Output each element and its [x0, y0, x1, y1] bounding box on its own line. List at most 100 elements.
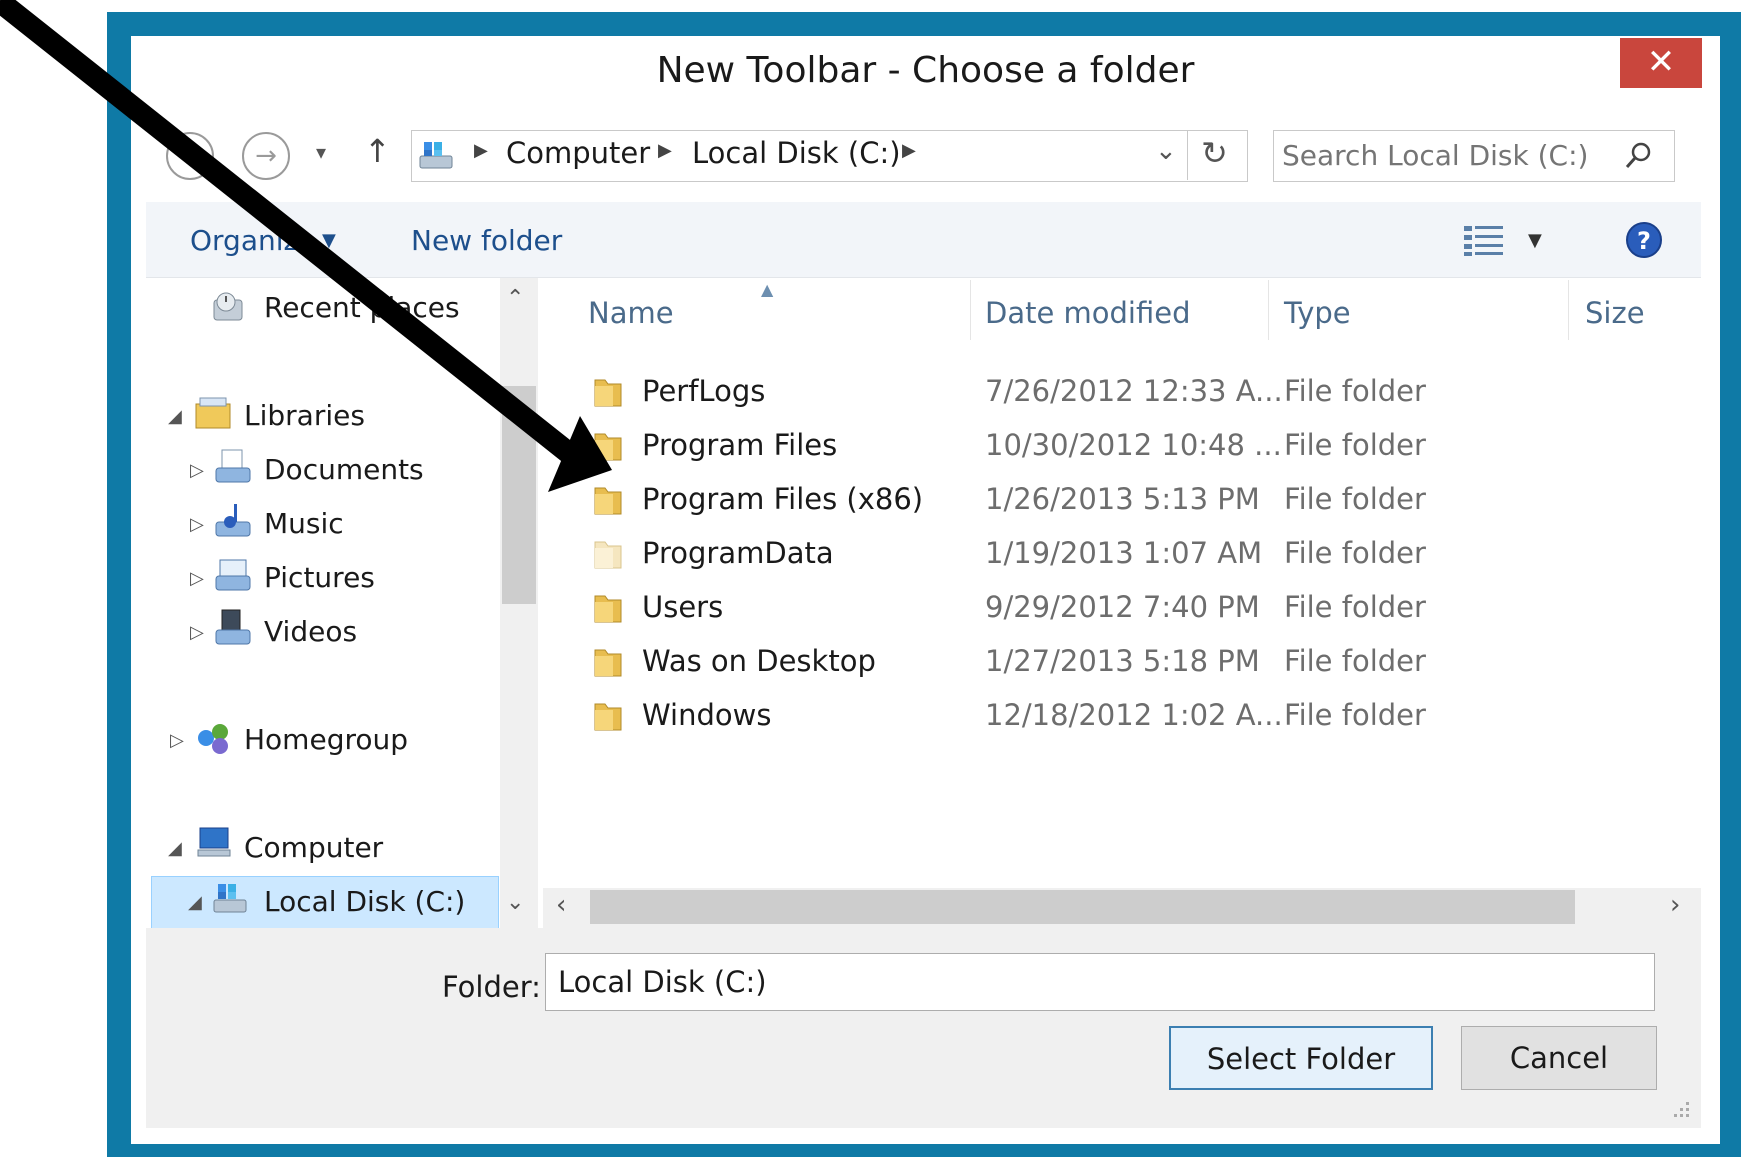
breadcrumb-separator-icon[interactable]: ▶ — [902, 140, 916, 161]
back-button[interactable]: ← — [166, 132, 214, 180]
tree-item-libraries[interactable]: Libraries — [244, 399, 365, 432]
dialog-title: New Toolbar - Choose a folder — [656, 50, 1195, 91]
file-name: ProgramData — [642, 536, 834, 570]
file-name: Program Files — [642, 428, 838, 462]
table-row[interactable]: Program Files (x86) 1/26/2013 5:13 PM Fi… — [543, 474, 1701, 526]
file-date: 9/29/2012 7:40 PM — [985, 590, 1260, 624]
folder-icon — [594, 433, 622, 461]
expand-arrow-icon[interactable]: ▷ — [190, 568, 204, 589]
column-divider[interactable] — [1268, 280, 1269, 340]
file-type: File folder — [1284, 482, 1426, 516]
file-type: File folder — [1284, 590, 1426, 624]
scroll-left-icon[interactable]: ‹ — [556, 890, 566, 920]
close-button[interactable]: ✕ — [1620, 38, 1702, 88]
file-name: PerfLogs — [642, 374, 766, 408]
homegroup-icon — [198, 724, 228, 754]
file-date: 10/30/2012 10:48 ... — [985, 428, 1282, 462]
file-name: Windows — [642, 698, 772, 732]
column-header-size[interactable]: Size — [1585, 296, 1645, 330]
svg-text:?: ? — [1637, 227, 1651, 255]
folder-name-field[interactable]: Local Disk (C:) — [545, 953, 1655, 1011]
table-row[interactable]: Users 9/29/2012 7:40 PM File folder — [543, 582, 1701, 634]
videos-icon — [215, 609, 251, 645]
new-folder-button[interactable]: New folder — [411, 224, 562, 257]
tree-item-pictures[interactable]: Pictures — [264, 561, 375, 594]
scroll-down-icon[interactable]: ⌄ — [506, 890, 524, 915]
breadcrumb-local-disk[interactable]: Local Disk (C:) — [692, 136, 901, 170]
file-date: 1/19/2013 1:07 AM — [985, 536, 1263, 570]
file-name: Users — [642, 590, 724, 624]
select-folder-button[interactable]: Select Folder — [1169, 1026, 1433, 1090]
folder-label: Folder: — [442, 970, 541, 1004]
collapse-arrow-icon[interactable]: ◢ — [188, 892, 202, 913]
resize-grip-icon[interactable] — [1672, 1100, 1692, 1120]
column-divider[interactable] — [970, 280, 971, 340]
forward-button[interactable]: → — [242, 132, 290, 180]
expand-arrow-icon[interactable]: ▷ — [170, 730, 184, 751]
tree-item-documents[interactable]: Documents — [264, 453, 424, 486]
expand-arrow-icon[interactable]: ▷ — [190, 460, 204, 481]
documents-icon — [215, 449, 251, 483]
expand-arrow-icon[interactable]: ▷ — [190, 622, 204, 643]
collapse-arrow-icon[interactable]: ◢ — [168, 838, 182, 859]
folder-hidden-icon — [594, 541, 622, 569]
recent-places-icon — [213, 292, 243, 321]
folder-icon — [594, 487, 622, 515]
file-type: File folder — [1284, 374, 1426, 408]
file-name: Was on Desktop — [642, 644, 876, 678]
view-dropdown-icon[interactable]: ▼ — [1528, 230, 1542, 251]
column-divider[interactable] — [1568, 280, 1569, 340]
breadcrumb-separator-icon[interactable]: ▶ — [658, 140, 672, 161]
table-row[interactable]: Program Files 10/30/2012 10:48 ... File … — [543, 420, 1701, 472]
scroll-right-icon[interactable]: › — [1670, 890, 1680, 920]
organize-button[interactable]: Organize — [190, 224, 315, 257]
music-icon — [215, 504, 251, 537]
table-row[interactable]: Was on Desktop 1/27/2013 5:18 PM File fo… — [543, 636, 1701, 688]
file-type: File folder — [1284, 428, 1426, 462]
tree-item-local-disk[interactable]: Local Disk (C:) — [264, 885, 465, 918]
help-icon[interactable]: ? — [1624, 220, 1664, 260]
libraries-icon — [195, 397, 231, 429]
up-arrow-icon[interactable]: ↑ — [364, 132, 391, 170]
breadcrumb-separator-icon[interactable]: ▶ — [474, 140, 488, 161]
refresh-icon[interactable]: ↻ — [1201, 134, 1228, 172]
recent-locations-dropdown[interactable]: ▾ — [316, 140, 326, 164]
tree-item-computer[interactable]: Computer — [244, 831, 383, 864]
sort-ascending-icon: ▲ — [761, 280, 774, 299]
tree-item-music[interactable]: Music — [264, 507, 344, 540]
expand-arrow-icon[interactable]: ▷ — [190, 514, 204, 535]
view-details-icon[interactable] — [1462, 222, 1506, 258]
folder-icon — [594, 703, 622, 731]
file-name: Program Files (x86) — [642, 482, 924, 516]
tree-item-videos[interactable]: Videos — [264, 615, 357, 648]
folder-icon — [594, 379, 622, 407]
column-header-date[interactable]: Date modified — [985, 296, 1191, 330]
folder-icon — [594, 649, 622, 677]
file-date: 7/26/2012 12:33 A... — [985, 374, 1283, 408]
table-row[interactable]: ProgramData 1/19/2013 1:07 AM File folde… — [543, 528, 1701, 580]
search-input[interactable] — [1280, 134, 1614, 176]
search-icon[interactable] — [1624, 140, 1654, 170]
column-header-type[interactable]: Type — [1284, 296, 1351, 330]
organize-dropdown-icon[interactable]: ▼ — [322, 230, 336, 251]
file-type: File folder — [1284, 644, 1426, 678]
scroll-up-icon[interactable]: ⌃ — [506, 286, 524, 311]
file-type: File folder — [1284, 536, 1426, 570]
breadcrumb-computer[interactable]: Computer — [506, 136, 650, 170]
collapse-arrow-icon[interactable]: ◢ — [168, 406, 182, 427]
horizontal-scroll-thumb[interactable] — [590, 890, 1575, 924]
tree-item-homegroup[interactable]: Homegroup — [244, 723, 408, 756]
file-type: File folder — [1284, 698, 1426, 732]
table-row[interactable]: Windows 12/18/2012 1:02 A... File folder — [543, 690, 1701, 742]
column-header-name[interactable]: Name — [588, 296, 674, 330]
file-date: 12/18/2012 1:02 A... — [985, 698, 1283, 732]
tree-item-recent-places[interactable]: Recent places — [264, 291, 460, 324]
navigation-scroll-thumb[interactable] — [502, 386, 536, 604]
folder-icon — [594, 595, 622, 623]
cancel-button[interactable]: Cancel — [1461, 1026, 1657, 1090]
file-date: 1/27/2013 5:18 PM — [985, 644, 1260, 678]
computer-drive-icon — [419, 142, 453, 169]
table-row[interactable]: PerfLogs 7/26/2012 12:33 A... File folde… — [543, 366, 1701, 418]
local-disk-icon — [213, 884, 247, 913]
chevron-down-icon[interactable]: ⌄ — [1155, 136, 1177, 166]
